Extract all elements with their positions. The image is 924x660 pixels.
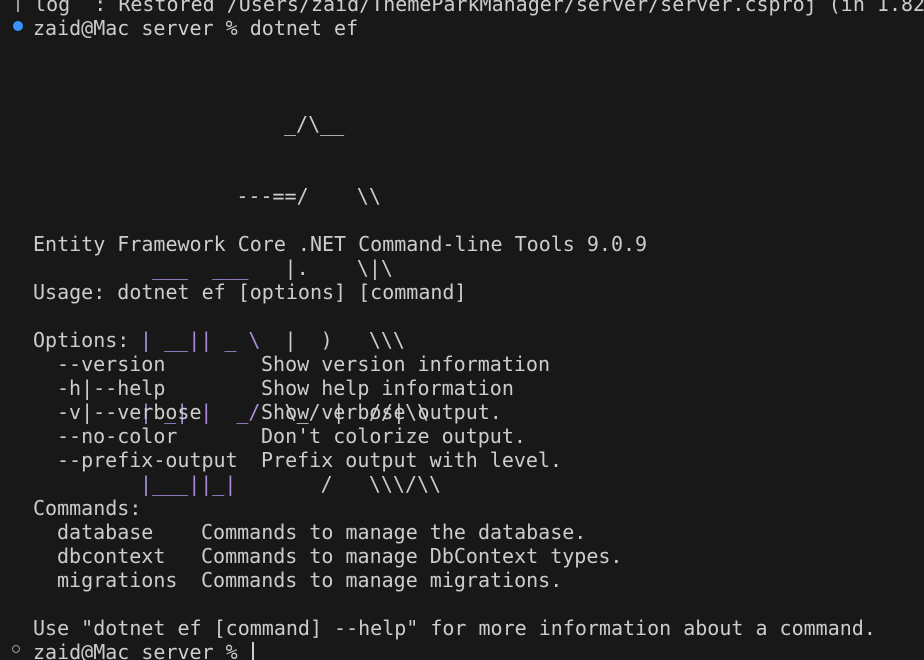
command-description: Commands to manage DbContext types. xyxy=(201,544,623,568)
terminal-window[interactable]: log : Restored /Users/zaid/ThemeParkMana… xyxy=(0,0,924,660)
final-prompt: zaid@Mac server % xyxy=(33,640,238,660)
active-prompt-line[interactable]: zaid@Mac server % xyxy=(33,640,254,660)
logo-row-1: _/\__ xyxy=(284,112,345,136)
commands-header: Commands: xyxy=(33,496,142,520)
command-name: dbcontext xyxy=(57,544,166,568)
previous-output-line: log : Restored /Users/zaid/ThemeParkMana… xyxy=(22,0,924,16)
option-description: Don't colorize output. xyxy=(261,424,526,448)
logo-purple-6: |___||_| xyxy=(128,472,237,496)
option-flag: --version xyxy=(57,352,166,376)
logo-white-4: | ) \\\ xyxy=(260,328,405,352)
option-description: Prefix output with level. xyxy=(261,448,563,472)
option-flag: -v|--verbose xyxy=(57,400,202,424)
command-name: migrations xyxy=(57,568,178,592)
command-prompt-line: zaid@Mac server % dotnet ef xyxy=(33,16,358,40)
command-status-dot-icon[interactable] xyxy=(13,21,23,31)
entered-command: dotnet ef xyxy=(249,16,359,40)
logo-white-3: |. \|\ xyxy=(248,256,393,280)
ef-ascii-logo: _/\__ ---==/ \\ ___ ___ |. \|\ | __|| _ … xyxy=(128,64,441,544)
tool-title-line: Entity Framework Core .NET Command-line … xyxy=(33,232,648,256)
command-description: Commands to manage the database. xyxy=(201,520,587,544)
option-description: Show verbose output. xyxy=(261,400,502,424)
usage-line: Usage: dotnet ef [options] [command] xyxy=(33,280,467,304)
logo-row-4: | __|| _ \ | ) \\\ xyxy=(128,328,441,352)
command-separator-bar xyxy=(17,0,19,12)
pending-command-dot-icon[interactable] xyxy=(12,645,20,653)
help-footer-line: Use "dotnet ef [command] --help" for mor… xyxy=(33,616,876,640)
command-name: database xyxy=(57,520,154,544)
command-description: Commands to manage migrations. xyxy=(201,568,563,592)
prompt-user-host: zaid@Mac server % xyxy=(33,16,238,40)
option-flag: --prefix-output xyxy=(57,448,238,472)
option-flag: --no-color xyxy=(57,424,178,448)
logo-row-3: ___ ___ |. \|\ xyxy=(128,256,441,280)
option-description: Show help information xyxy=(261,376,514,400)
option-description: Show version information xyxy=(261,352,550,376)
text-cursor xyxy=(251,642,254,660)
options-header: Options: xyxy=(33,328,130,352)
logo-row-2: ---==/ \\ xyxy=(128,184,381,208)
logo-purple-4: | __|| _ \ xyxy=(128,328,261,352)
logo-white-6: / \\\/\\ xyxy=(236,472,442,496)
logo-row-6: |___||_| / \\\/\\ xyxy=(128,472,441,496)
option-flag: -h|--help xyxy=(57,376,166,400)
logo-purple-3: ___ ___ xyxy=(128,256,249,280)
